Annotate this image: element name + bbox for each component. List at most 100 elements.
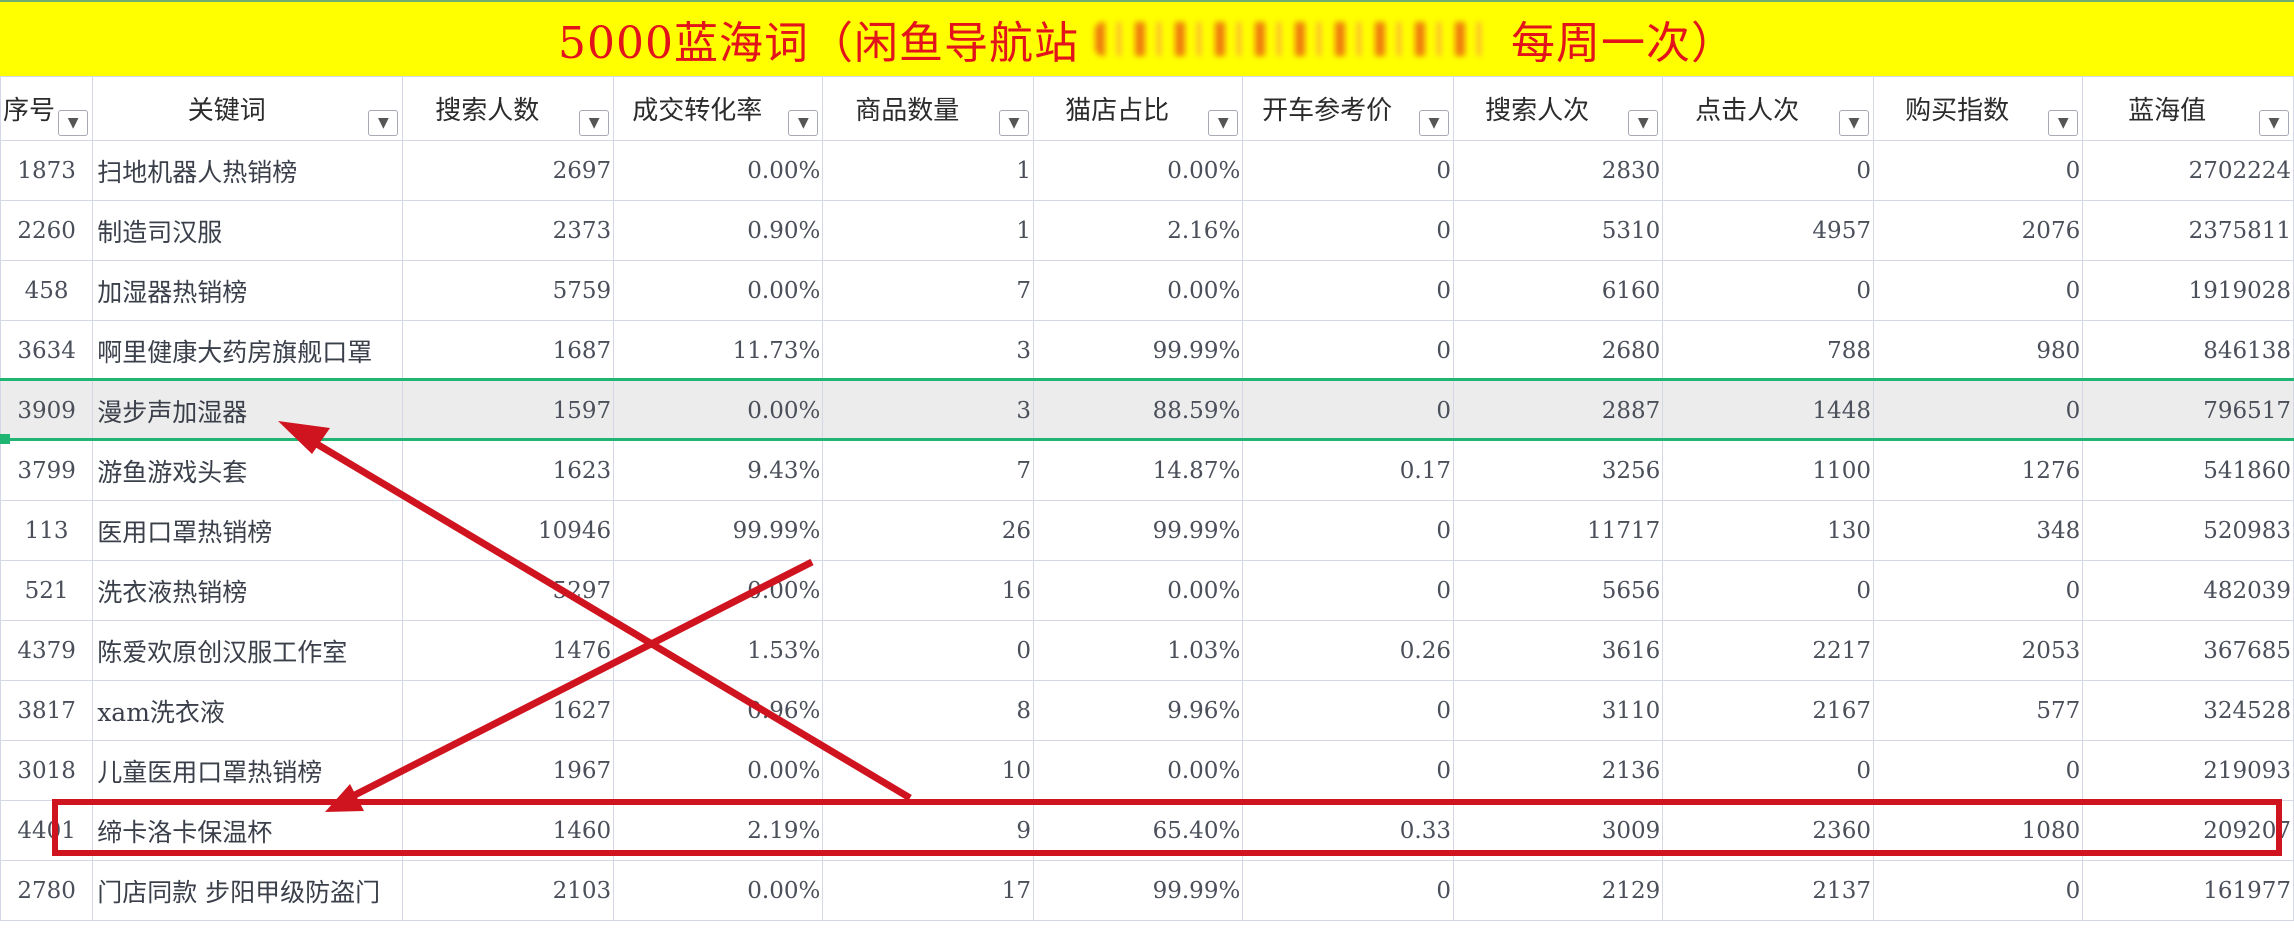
value-cell[interactable]: 2697 — [402, 140, 615, 201]
value-cell[interactable]: 1 — [822, 200, 1035, 261]
row-index-cell[interactable]: 2260 — [0, 200, 94, 261]
table-row[interactable]: 521 洗衣液热销榜 5297 0.00% 16 0.00% 0 5656 0 0 482039 — [0, 560, 2294, 621]
value-cell[interactable]: 1100 — [1662, 440, 1874, 501]
table-row[interactable]: 113 医用口罩热销榜 10946 99.99% 26 99.99% 0 11717 130 34… — [0, 500, 2294, 561]
value-cell[interactable]: 0 — [1872, 140, 2084, 201]
value-cell[interactable]: 1476 — [402, 620, 615, 681]
keyword-cell[interactable]: 儿童医用口罩热销榜 — [92, 740, 404, 801]
column-header[interactable]: 购买指数 ▼ — [1872, 76, 2084, 141]
value-cell[interactable]: 3 — [822, 380, 1035, 441]
value-cell[interactable]: 0.00% — [1033, 560, 1244, 621]
value-cell[interactable]: 0.00% — [613, 140, 824, 201]
value-cell[interactable]: 520983 — [2082, 500, 2294, 561]
value-cell[interactable]: 0 — [822, 620, 1035, 681]
value-cell[interactable]: 3 — [822, 320, 1035, 381]
table-row[interactable]: 3799 游鱼游戏头套 1623 9.43% 7 14.87% 0.17 3256 1100 12… — [0, 440, 2294, 501]
value-cell[interactable]: 7 — [822, 260, 1035, 321]
value-cell[interactable]: 1623 — [402, 440, 615, 501]
value-cell[interactable]: 2702224 — [2082, 140, 2294, 201]
table-row[interactable]: 3018 儿童医用口罩热销榜 1967 0.00% 10 0.00% 0 2136 0 0 2190… — [0, 740, 2294, 801]
value-cell[interactable]: 1080 — [1872, 800, 2084, 861]
value-cell[interactable]: 3616 — [1453, 620, 1664, 681]
value-cell[interactable]: 796517 — [2082, 380, 2294, 441]
value-cell[interactable]: 1448 — [1662, 380, 1874, 441]
column-header[interactable]: 搜索人数 ▼ — [402, 76, 615, 141]
value-cell[interactable]: 1 — [822, 140, 1035, 201]
column-header[interactable]: 关键词 ▼ — [92, 76, 404, 141]
value-cell[interactable]: 9 — [822, 800, 1035, 861]
keyword-cell[interactable]: 医用口罩热销榜 — [92, 500, 404, 561]
value-cell[interactable]: 0 — [1662, 560, 1874, 621]
value-cell[interactable]: 6160 — [1453, 260, 1664, 321]
column-header[interactable]: 序号 ▼ — [0, 76, 94, 141]
value-cell[interactable]: 5297 — [402, 560, 615, 621]
row-index-cell[interactable]: 521 — [0, 560, 94, 621]
value-cell[interactable]: 0.96% — [613, 680, 824, 741]
value-cell[interactable]: 3256 — [1453, 440, 1664, 501]
value-cell[interactable]: 9.43% — [613, 440, 824, 501]
row-index-cell[interactable]: 113 — [0, 500, 94, 561]
column-header[interactable]: 成交转化率 ▼ — [613, 76, 824, 141]
value-cell[interactable]: 1276 — [1872, 440, 2084, 501]
value-cell[interactable]: 10 — [822, 740, 1035, 801]
value-cell[interactable]: 980 — [1872, 320, 2084, 381]
value-cell[interactable]: 4957 — [1662, 200, 1874, 261]
filter-dropdown-icon[interactable]: ▼ — [788, 110, 819, 136]
filter-dropdown-icon[interactable]: ▼ — [58, 110, 89, 136]
keyword-cell[interactable]: 制造司汉服 — [92, 200, 404, 261]
value-cell[interactable]: 99.99% — [1033, 860, 1244, 921]
value-cell[interactable]: 0 — [1242, 680, 1455, 741]
table-row[interactable]: 458 加湿器热销榜 5759 0.00% 7 0.00% 0 6160 0 0 1919028 — [0, 260, 2294, 321]
value-cell[interactable]: 11.73% — [613, 320, 824, 381]
column-header[interactable]: 点击人次 ▼ — [1662, 76, 1874, 141]
value-cell[interactable]: 2136 — [1453, 740, 1664, 801]
value-cell[interactable]: 3110 — [1453, 680, 1664, 741]
table-row[interactable]: 1873 扫地机器人热销榜 2697 0.00% 1 0.00% 0 2830 0 0 270222… — [0, 140, 2294, 201]
table-row[interactable]: 4379 陈爱欢原创汉服工作室 1476 1.53% 0 1.03% 0.26 3616 221… — [0, 620, 2294, 681]
table-row[interactable]: 4401 缔卡洛卡保温杯 1460 2.19% 9 65.40% 0.33 3009 2360 1… — [0, 800, 2294, 861]
value-cell[interactable]: 26 — [822, 500, 1035, 561]
value-cell[interactable]: 788 — [1662, 320, 1874, 381]
table-row[interactable]: 2260 制造司汉服 2373 0.90% 1 2.16% 0 5310 4957 2076 237… — [0, 200, 2294, 261]
value-cell[interactable]: 16 — [822, 560, 1035, 621]
value-cell[interactable]: 0.26 — [1242, 620, 1455, 681]
filter-dropdown-icon[interactable]: ▼ — [999, 110, 1030, 136]
value-cell[interactable]: 846138 — [2082, 320, 2294, 381]
value-cell[interactable]: 8 — [822, 680, 1035, 741]
row-index-cell[interactable]: 1873 — [0, 140, 94, 201]
table-row[interactable]: 3634 啊里健康大药房旗舰口罩 1687 11.73% 3 99.99% 0 2680 788… — [0, 320, 2294, 381]
value-cell[interactable]: 0 — [1662, 260, 1874, 321]
value-cell[interactable]: 0 — [1242, 560, 1455, 621]
value-cell[interactable]: 99.99% — [613, 500, 824, 561]
filter-dropdown-icon[interactable]: ▼ — [1208, 110, 1239, 136]
value-cell[interactable]: 2076 — [1872, 200, 2084, 261]
row-index-cell[interactable]: 3909 — [0, 380, 94, 441]
value-cell[interactable]: 541860 — [2082, 440, 2294, 501]
value-cell[interactable]: 2.19% — [613, 800, 824, 861]
value-cell[interactable]: 5656 — [1453, 560, 1664, 621]
value-cell[interactable]: 0 — [1872, 740, 2084, 801]
column-header[interactable]: 猫店占比 ▼ — [1033, 76, 1244, 141]
row-index-cell[interactable]: 458 — [0, 260, 94, 321]
value-cell[interactable]: 482039 — [2082, 560, 2294, 621]
value-cell[interactable]: 0.17 — [1242, 440, 1455, 501]
value-cell[interactable]: 1627 — [402, 680, 615, 741]
value-cell[interactable]: 65.40% — [1033, 800, 1244, 861]
value-cell[interactable]: 0 — [1872, 380, 2084, 441]
filter-dropdown-icon[interactable]: ▼ — [579, 110, 610, 136]
filter-dropdown-icon[interactable]: ▼ — [2259, 110, 2289, 136]
value-cell[interactable]: 17 — [822, 860, 1035, 921]
value-cell[interactable]: 2373 — [402, 200, 615, 261]
value-cell[interactable]: 0 — [1242, 200, 1455, 261]
value-cell[interactable]: 2137 — [1662, 860, 1874, 921]
keyword-cell[interactable]: 洗衣液热销榜 — [92, 560, 404, 621]
filter-dropdown-icon[interactable]: ▼ — [368, 110, 399, 136]
filter-dropdown-icon[interactable]: ▼ — [1419, 110, 1450, 136]
value-cell[interactable]: 0 — [1242, 380, 1455, 441]
value-cell[interactable]: 14.87% — [1033, 440, 1244, 501]
value-cell[interactable]: 367685 — [2082, 620, 2294, 681]
value-cell[interactable]: 2375811 — [2082, 200, 2294, 261]
value-cell[interactable]: 219093 — [2082, 740, 2294, 801]
filter-dropdown-icon[interactable]: ▼ — [2048, 110, 2079, 136]
value-cell[interactable]: 0 — [1872, 260, 2084, 321]
